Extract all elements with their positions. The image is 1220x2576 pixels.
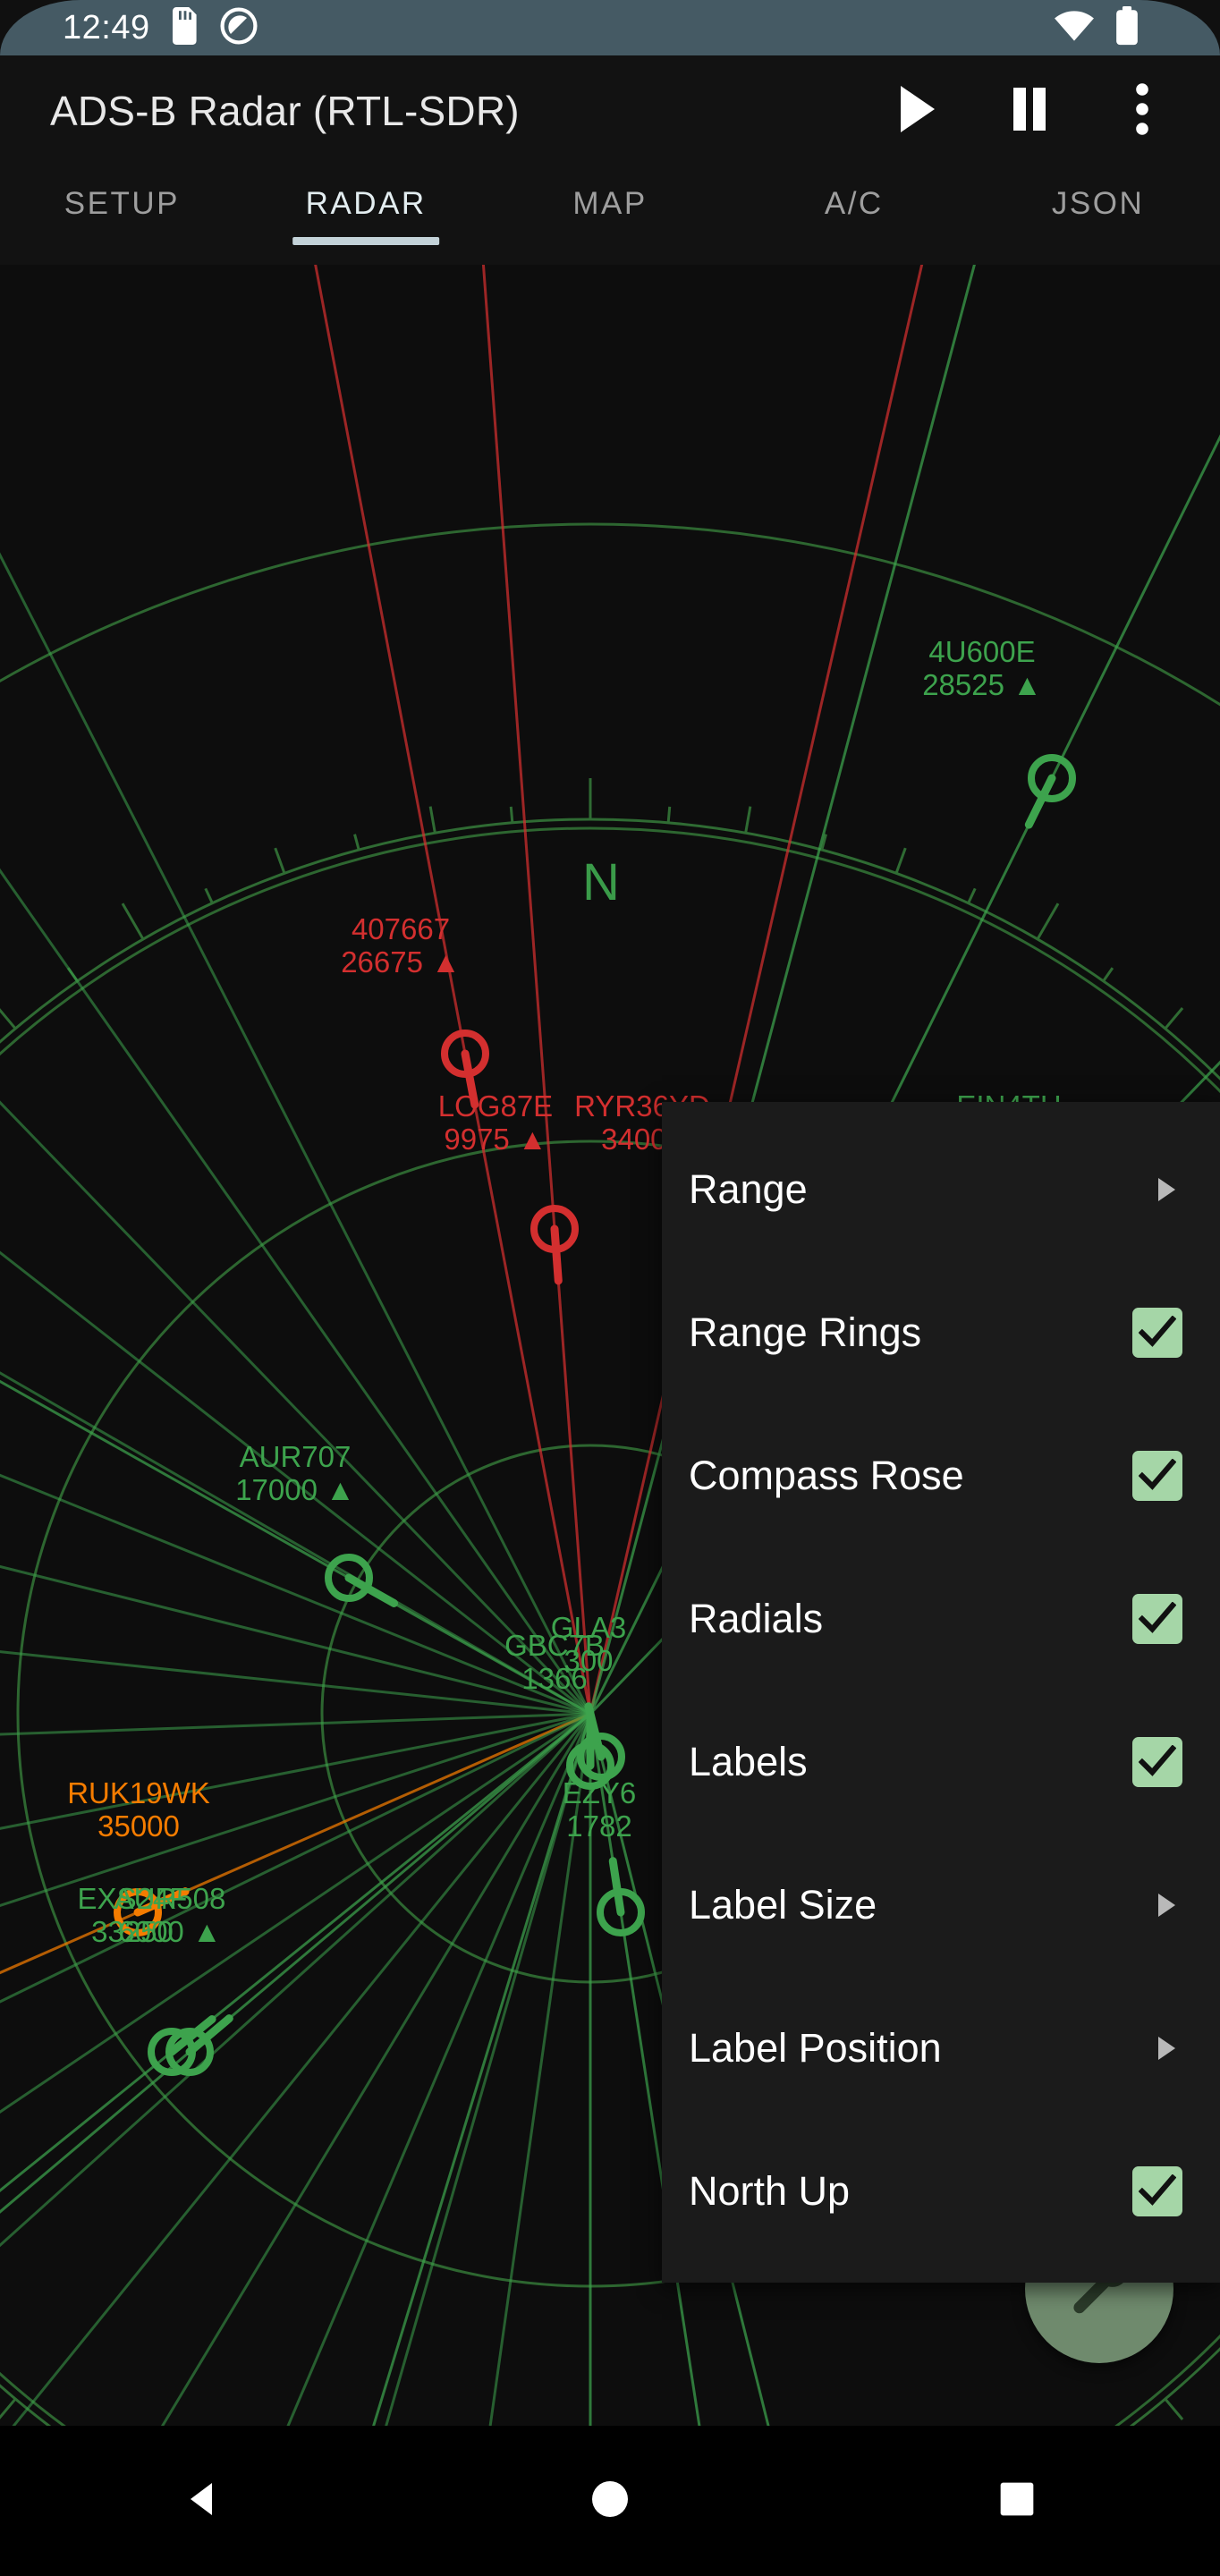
tab-bar: SETUP RADAR MAP A/C JSON (0, 166, 1220, 265)
overflow-menu-button[interactable] (1111, 80, 1173, 142)
menu-item-label-position[interactable]: Label Position (662, 1977, 1220, 2120)
aircraft-symbol[interactable] (1024, 754, 1076, 829)
menu-item-range-label: Range (689, 1166, 808, 1212)
chevron-right-icon (1158, 2037, 1175, 2060)
menu-item-range-rings-label: Range Rings (689, 1309, 922, 1355)
menu-item-labels[interactable]: Labels (662, 1690, 1220, 1834)
app-window: 12:49 ADS-B Radar (RTL-SDR) SETUP RADAR … (0, 0, 1220, 2576)
radials-checkbox[interactable] (1132, 1594, 1182, 1644)
svg-text:N: N (582, 853, 620, 911)
check-icon (1139, 2174, 1176, 2206)
aircraft-symbol[interactable] (441, 1030, 489, 1109)
menu-item-label-size[interactable]: Label Size (662, 1834, 1220, 1977)
tab-setup[interactable]: SETUP (0, 166, 244, 245)
check-icon (1139, 1602, 1176, 1633)
menu-item-compass-rose[interactable]: Compass Rose (662, 1404, 1220, 1547)
status-bar-left: 12:49 (63, 6, 258, 49)
menu-item-label-size-label: Label Size (689, 1882, 877, 1928)
menu-item-label-position-label: Label Position (689, 2025, 942, 2071)
menu-item-compass-rose-label: Compass Rose (689, 1453, 964, 1498)
aircraft-symbol[interactable] (325, 1554, 399, 1607)
chevron-right-icon (1158, 1178, 1175, 1201)
tab-map[interactable]: MAP (488, 166, 733, 245)
recents-icon (997, 2479, 1037, 2523)
check-icon (1139, 1745, 1176, 1776)
pause-icon (1007, 84, 1052, 139)
menu-item-labels-label: Labels (689, 1739, 808, 1784)
check-icon (1139, 1459, 1176, 1490)
tab-radar[interactable]: RADAR (244, 166, 488, 245)
tab-ac-label: A/C (824, 186, 884, 221)
aircraft-symbol[interactable] (597, 1857, 645, 1936)
overflow-menu-icon (1135, 82, 1149, 140)
tab-json-label: JSON (1051, 186, 1145, 221)
page-title: ADS-B Radar (RTL-SDR) (50, 88, 520, 134)
nav-back-button[interactable] (149, 2456, 257, 2546)
menu-item-north-up[interactable]: North Up (662, 2120, 1220, 2263)
tab-active-indicator (292, 237, 440, 245)
status-bar-clock: 12:49 (63, 9, 150, 47)
labels-checkbox[interactable] (1132, 1737, 1182, 1787)
tab-radar-label: RADAR (305, 186, 427, 221)
play-button[interactable] (885, 80, 948, 142)
pause-button[interactable] (998, 80, 1061, 142)
aircraft-symbol[interactable] (114, 1887, 190, 1936)
wifi-icon (1054, 10, 1095, 47)
menu-item-range-rings[interactable]: Range Rings (662, 1261, 1220, 1404)
menu-item-radials[interactable]: Radials (662, 1547, 1220, 1690)
toolbar-actions (885, 80, 1173, 142)
check-icon (1139, 1316, 1176, 1347)
menu-item-range[interactable]: Range (662, 1118, 1220, 1261)
north-up-checkbox[interactable] (1132, 2166, 1182, 2216)
sd-card-icon (170, 6, 200, 49)
status-bar-right (1054, 5, 1140, 50)
back-icon (182, 2478, 225, 2525)
home-icon (589, 2478, 631, 2525)
menu-item-north-up-label: North Up (689, 2168, 851, 2214)
screenshot-capture-icon (220, 6, 258, 49)
battery-icon (1114, 5, 1140, 50)
chevron-right-icon (1158, 1894, 1175, 1917)
tab-json[interactable]: JSON (976, 166, 1220, 245)
play-icon (894, 84, 939, 139)
system-navigation-bar (0, 2426, 1220, 2576)
tab-ac[interactable]: A/C (732, 166, 976, 245)
menu-item-radials-label: Radials (689, 1596, 824, 1641)
radar-options-menu[interactable]: Range Range Rings Compass Rose Radials L… (662, 1102, 1220, 2283)
tab-setup-label: SETUP (64, 186, 180, 221)
app-toolbar: ADS-B Radar (RTL-SDR) (0, 55, 1220, 166)
status-bar: 12:49 (0, 0, 1220, 55)
nav-home-button[interactable] (556, 2456, 664, 2546)
range-rings-checkbox[interactable] (1132, 1308, 1182, 1358)
tab-map-label: MAP (572, 186, 648, 221)
nav-recents-button[interactable] (963, 2456, 1071, 2546)
compass-rose-checkbox[interactable] (1132, 1451, 1182, 1501)
